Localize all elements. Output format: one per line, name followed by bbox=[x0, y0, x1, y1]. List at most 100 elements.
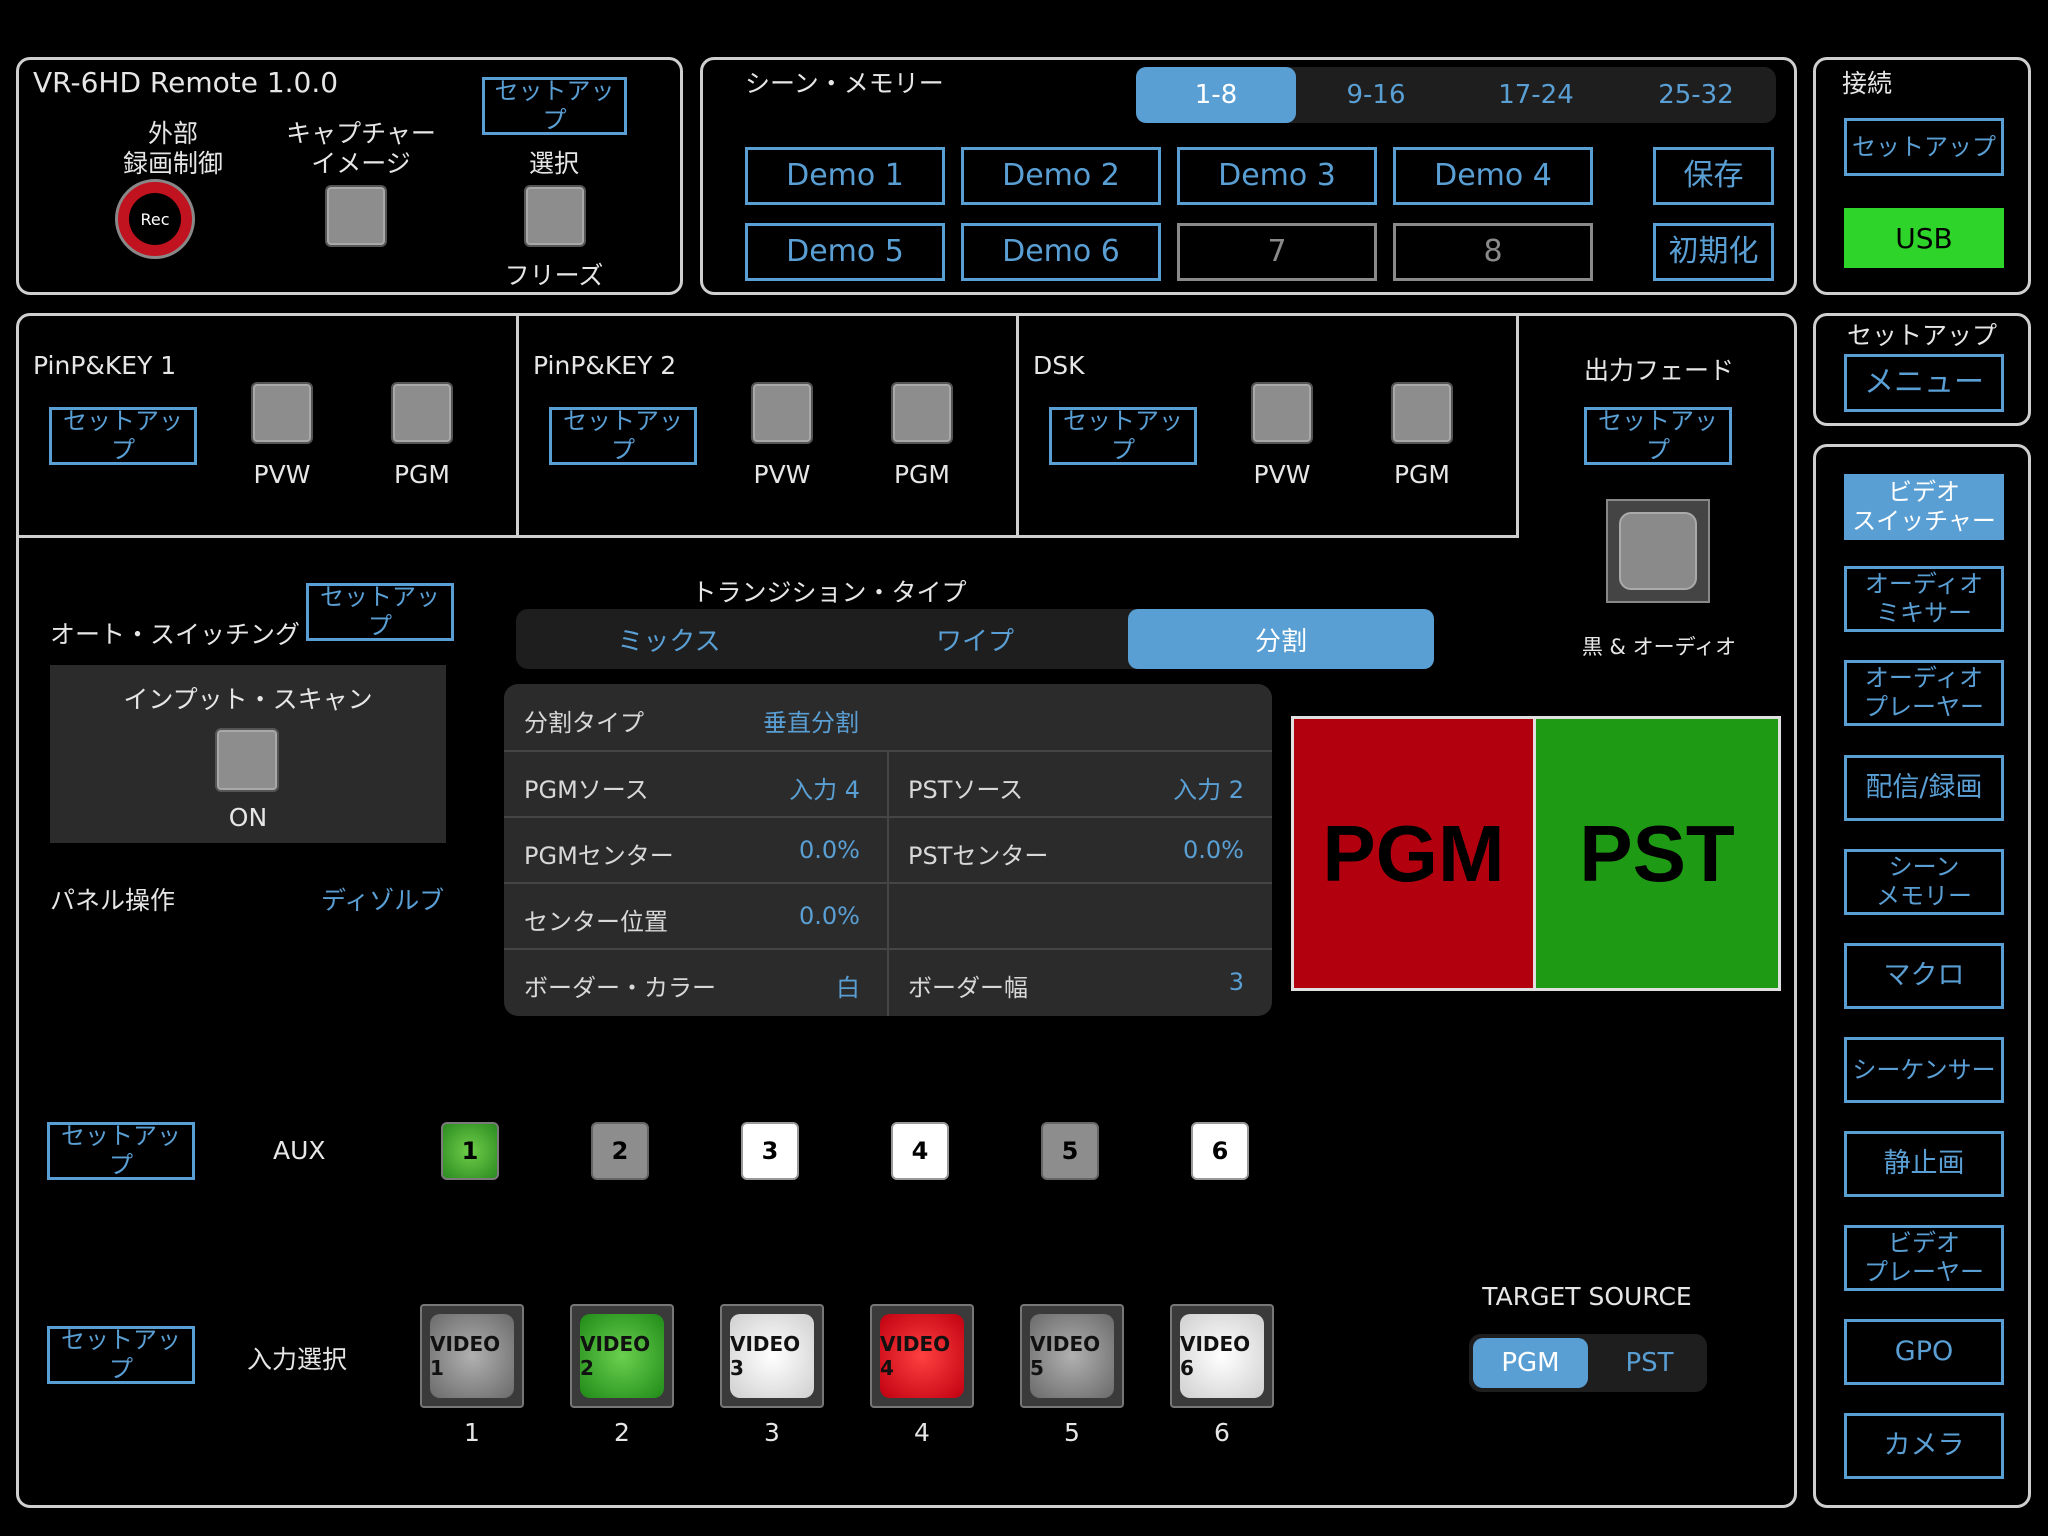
video-input-button-5[interactable]: VIDEO 5 bbox=[1020, 1304, 1124, 1408]
transition-tab-mix[interactable]: ミックス bbox=[516, 609, 822, 669]
nav-macro[interactable]: マクロ bbox=[1844, 943, 2004, 1009]
remote-setup-button[interactable]: セットアップ bbox=[482, 77, 627, 135]
scene-slot-4[interactable]: Demo 4 bbox=[1393, 147, 1593, 205]
connection-setup-button[interactable]: セットアップ bbox=[1844, 118, 2004, 176]
scene-slot-6[interactable]: Demo 6 bbox=[961, 223, 1161, 281]
key1-pvw-button[interactable] bbox=[251, 382, 313, 444]
video-input-button-1[interactable]: VIDEO 1 bbox=[420, 1304, 524, 1408]
scene-bank-tab-2[interactable]: 9-16 bbox=[1296, 67, 1456, 123]
target-source-pst[interactable]: PST bbox=[1592, 1334, 1707, 1392]
nav-sequencer[interactable]: シーケンサー bbox=[1844, 1037, 2004, 1103]
nav-label-3b: プレーヤー bbox=[1864, 693, 1984, 721]
auto-switching-setup-button[interactable]: セットアップ bbox=[306, 583, 454, 641]
aux-button-2[interactable]: 2 bbox=[591, 1122, 649, 1180]
output-fade-inner bbox=[1619, 512, 1697, 590]
dsk-setup-button[interactable]: セットアップ bbox=[1049, 407, 1197, 465]
nav-label-5a: シーン bbox=[1888, 853, 1960, 882]
nav-label-2b: ミキサー bbox=[1876, 599, 1972, 627]
aux-button-1[interactable]: 1 bbox=[441, 1122, 499, 1180]
pst-source-value[interactable]: 入力 2 bbox=[1173, 770, 1244, 805]
nav-video-player[interactable]: ビデオ プレーヤー bbox=[1844, 1225, 2004, 1291]
target-source-pgm[interactable]: PGM bbox=[1473, 1338, 1588, 1388]
video-input-label: VIDEO 1 bbox=[430, 1314, 514, 1398]
key2-pvw-button[interactable] bbox=[751, 382, 813, 444]
video-input-label: VIDEO 5 bbox=[1030, 1314, 1114, 1398]
panel-op-label: パネル操作 bbox=[50, 886, 176, 915]
aux-button-3[interactable]: 3 bbox=[741, 1122, 799, 1180]
border-color-label[interactable]: ボーダー・カラー bbox=[524, 968, 716, 1003]
input-scan-button[interactable] bbox=[215, 728, 279, 792]
border-width-label[interactable]: ボーダー幅 bbox=[908, 968, 1028, 1003]
transition-title: トランジション・タイプ bbox=[691, 578, 967, 607]
panel-op-value[interactable]: ディゾルブ bbox=[321, 881, 444, 917]
scene-save-button[interactable]: 保存 bbox=[1653, 147, 1774, 205]
scene-slot-3[interactable]: Demo 3 bbox=[1177, 147, 1377, 205]
key1-pgm-button[interactable] bbox=[391, 382, 453, 444]
capture-image-button[interactable] bbox=[325, 185, 387, 247]
scene-bank-tab-1[interactable]: 1-8 bbox=[1136, 67, 1296, 123]
aux-setup-button[interactable]: セットアップ bbox=[47, 1122, 195, 1180]
split-row-type[interactable]: 分割タイプ 垂直分割 bbox=[504, 684, 1272, 752]
pgm-center-value[interactable]: 0.0% bbox=[799, 836, 860, 864]
nav-audio-mixer[interactable]: オーディオ ミキサー bbox=[1844, 566, 2004, 632]
video-input-button-2[interactable]: VIDEO 2 bbox=[570, 1304, 674, 1408]
pst-center-label[interactable]: PSTセンター bbox=[908, 836, 1048, 871]
freeze-button[interactable] bbox=[524, 185, 586, 247]
nav-stream-record[interactable]: 配信/録画 bbox=[1844, 755, 2004, 821]
center-pos-value[interactable]: 0.0% bbox=[799, 902, 860, 930]
output-fade-button[interactable] bbox=[1606, 499, 1710, 603]
rec-button[interactable]: Rec bbox=[115, 179, 195, 259]
input-select-setup-button[interactable]: セットアップ bbox=[47, 1326, 195, 1384]
pgm-source-value[interactable]: 入力 4 bbox=[789, 770, 860, 805]
aux-button-5[interactable]: 5 bbox=[1041, 1122, 1099, 1180]
scene-slot-8[interactable]: 8 bbox=[1393, 223, 1593, 281]
scene-slot-2[interactable]: Demo 2 bbox=[961, 147, 1161, 205]
scene-slot-5[interactable]: Demo 5 bbox=[745, 223, 945, 281]
nav-video-switcher[interactable]: ビデオ スイッチャー bbox=[1844, 474, 2004, 540]
video-input-button-3[interactable]: VIDEO 3 bbox=[720, 1304, 824, 1408]
video-input-button-4[interactable]: VIDEO 4 bbox=[870, 1304, 974, 1408]
transition-tab-wipe[interactable]: ワイプ bbox=[822, 609, 1128, 669]
transition-tab-split[interactable]: 分割 bbox=[1128, 609, 1434, 669]
output-fade-setup-button[interactable]: セットアップ bbox=[1584, 407, 1732, 465]
rec-label: Rec bbox=[140, 209, 170, 229]
scene-slot-7[interactable]: 7 bbox=[1177, 223, 1377, 281]
pgm-center-label[interactable]: PGMセンター bbox=[524, 836, 674, 871]
freeze-label: フリーズ bbox=[504, 261, 604, 290]
nav-camera[interactable]: カメラ bbox=[1844, 1413, 2004, 1479]
scene-bank-tab-4[interactable]: 25-32 bbox=[1616, 67, 1776, 123]
scene-init-button[interactable]: 初期化 bbox=[1653, 223, 1774, 281]
output-fade-title: 出力フェード bbox=[1583, 356, 1734, 385]
dsk-pgm-label: PGM bbox=[1393, 460, 1451, 489]
scene-bank-tabs: 1-8 9-16 17-24 25-32 bbox=[1136, 67, 1776, 123]
keys-bottom-line bbox=[19, 535, 1519, 538]
setup-menu-title: セットアップ bbox=[1846, 321, 1997, 350]
aux-button-6[interactable]: 6 bbox=[1191, 1122, 1249, 1180]
key1-setup-button[interactable]: セットアップ bbox=[49, 407, 197, 465]
scene-slot-1[interactable]: Demo 1 bbox=[745, 147, 945, 205]
nav-still-image[interactable]: 静止画 bbox=[1844, 1131, 2004, 1197]
setup-menu-button[interactable]: メニュー bbox=[1844, 354, 2004, 412]
pst-center-value[interactable]: 0.0% bbox=[1183, 836, 1244, 864]
video-input-button-6[interactable]: VIDEO 6 bbox=[1170, 1304, 1274, 1408]
key2-setup-button[interactable]: セットアップ bbox=[549, 407, 697, 465]
center-pos-label[interactable]: センター位置 bbox=[524, 902, 668, 937]
preview-pgm-area: PGM bbox=[1294, 719, 1536, 988]
nav-gpo[interactable]: GPO bbox=[1844, 1319, 2004, 1385]
key2-pgm-label: PGM bbox=[893, 460, 951, 489]
select-label: 選択 bbox=[528, 149, 579, 178]
nav-audio-player[interactable]: オーディオ プレーヤー bbox=[1844, 660, 2004, 726]
border-color-value[interactable]: 白 bbox=[836, 968, 860, 1003]
pst-source-label[interactable]: PSTソース bbox=[908, 770, 1023, 805]
scene-bank-tab-3[interactable]: 17-24 bbox=[1456, 67, 1616, 123]
aux-button-4[interactable]: 4 bbox=[891, 1122, 949, 1180]
setup-menu-panel: セットアップ メニュー bbox=[1813, 313, 2031, 426]
border-width-value[interactable]: 3 bbox=[1229, 968, 1244, 996]
usb-status-button[interactable]: USB bbox=[1844, 208, 2004, 268]
key2-pgm-button[interactable] bbox=[891, 382, 953, 444]
nav-scene-memory[interactable]: シーン メモリー bbox=[1844, 849, 2004, 915]
dsk-pvw-button[interactable] bbox=[1251, 382, 1313, 444]
pgm-source-label[interactable]: PGMソース bbox=[524, 770, 649, 805]
dsk-pgm-button[interactable] bbox=[1391, 382, 1453, 444]
key2-title: PinP&KEY 2 bbox=[533, 351, 677, 380]
